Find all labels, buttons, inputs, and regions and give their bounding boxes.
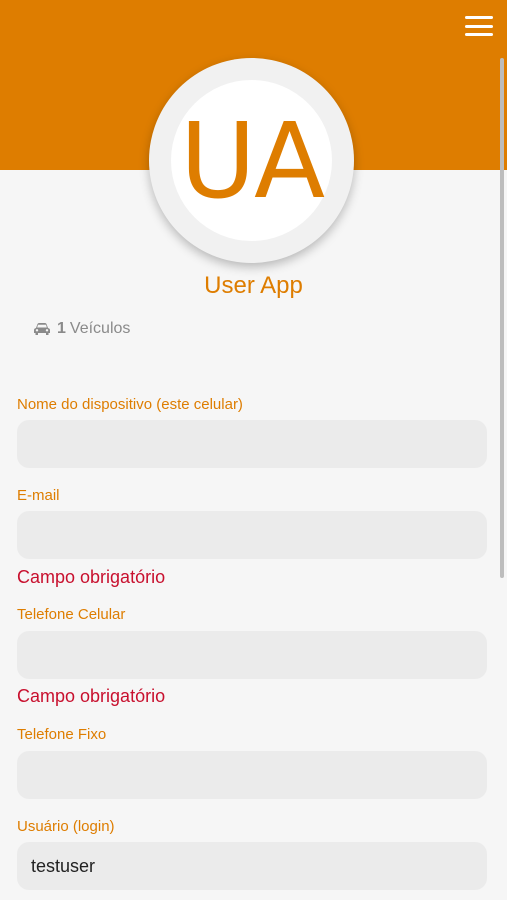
avatar[interactable]: UA [149, 58, 354, 263]
menu-line [465, 24, 493, 28]
username-label: Usuário (login) [17, 818, 115, 835]
landline-label: Telefone Fixo [17, 726, 107, 743]
email-input[interactable] [17, 511, 487, 559]
device-name-input[interactable] [17, 420, 487, 468]
car-icon [34, 323, 50, 335]
device-name-label: Nome do dispositivo (este celular) [17, 396, 243, 413]
vehicles-summary[interactable]: 1 Veículos [33, 320, 130, 338]
avatar-initials: UA [179, 99, 325, 222]
mobile-phone-input[interactable] [17, 631, 487, 679]
vehicle-label: Veículos [69, 320, 131, 337]
mobile-phone-label: Telefone Celular [17, 606, 126, 623]
scrollbar[interactable] [500, 58, 504, 578]
avatar-circle: UA [171, 80, 332, 241]
menu-line [465, 33, 493, 36]
email-error: Campo obrigatório [17, 567, 166, 587]
mobile-phone-error: Campo obrigatório [17, 686, 166, 706]
username-input[interactable] [17, 842, 487, 890]
landline-input[interactable] [17, 751, 487, 799]
vehicle-count: 1 [57, 320, 66, 337]
hamburger-menu-icon[interactable] [465, 16, 493, 36]
menu-line [465, 16, 493, 19]
user-name: User App [204, 272, 303, 299]
email-label: E-mail [17, 487, 60, 504]
